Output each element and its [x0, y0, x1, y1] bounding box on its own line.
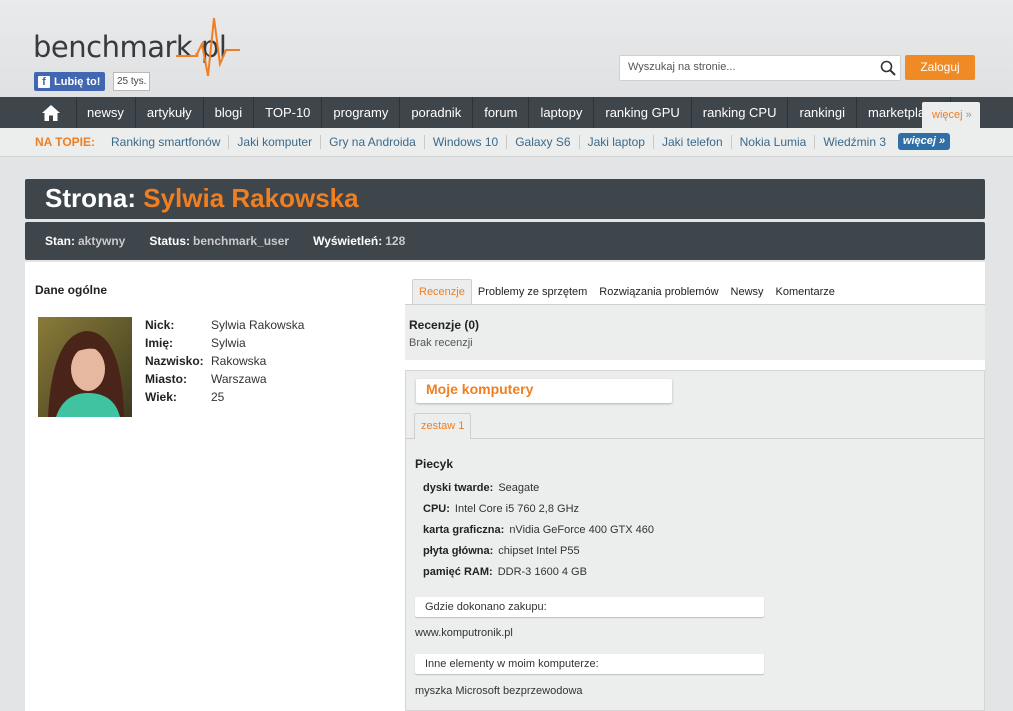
computer-name: Piecyk — [415, 457, 454, 471]
status-value: benchmark_user — [193, 234, 290, 248]
profile-row: Nick: Sylwia Rakowska — [145, 318, 305, 332]
topics-more-button[interactable]: więcej » — [898, 133, 950, 150]
login-button[interactable]: Zaloguj — [905, 55, 975, 80]
general-info-heading: Dane ogólne — [35, 283, 108, 297]
profile-row: Wiek: 25 — [145, 390, 225, 404]
logo-wave-icon — [176, 17, 240, 77]
page-title-bar: Strona: Sylwia Rakowska — [25, 179, 985, 219]
other-components-label: Inne elementy w moim komputerze: — [415, 654, 764, 674]
chevron-down-icon: » — [965, 109, 972, 121]
tab-newsy[interactable]: Newsy — [725, 280, 770, 304]
topic-link[interactable]: Nokia Lumia — [732, 135, 816, 149]
topic-link[interactable]: Ranking smartfonów — [103, 135, 230, 149]
user-info-bar: Stan: aktywny Status: benchmark_user Wyś… — [25, 222, 985, 260]
my-computers-panel: Moje komputery zestaw 1 Piecyk dyski twa… — [405, 370, 985, 711]
nav-item-laptopy[interactable]: laptopy — [529, 97, 595, 128]
nav-items: newsy artykuły blogi TOP-10 programy por… — [76, 97, 951, 128]
nav-item-artykuly[interactable]: artykuły — [136, 97, 204, 128]
other-components-value: myszka Microsoft bezprzewodowa — [415, 685, 583, 697]
topic-link[interactable]: Jaki laptop — [580, 135, 654, 149]
nav-item-programy[interactable]: programy — [322, 97, 401, 128]
nav-item-rankingi[interactable]: rankingi — [788, 97, 858, 128]
purchase-place-label: Gdzie dokonano zakupu: — [415, 597, 764, 617]
tab-problemy[interactable]: Problemy ze sprzętem — [472, 280, 593, 304]
search-input[interactable] — [620, 56, 868, 78]
tab-rozwiazania[interactable]: Rozwiązania problemów — [593, 280, 724, 304]
page-title: Strona: Sylwia Rakowska — [45, 183, 359, 213]
avatar — [38, 317, 132, 417]
nav-more-button[interactable]: więcej » — [922, 102, 980, 128]
chevron-down-icon: » — [938, 135, 946, 147]
facebook-like-count: 25 tys. — [113, 72, 151, 91]
views-value: 128 — [385, 234, 406, 248]
topic-link[interactable]: Gry na Androida — [321, 135, 425, 149]
nav-item-newsy[interactable]: newsy — [76, 97, 136, 128]
status-label: Status: — [149, 234, 191, 248]
search-box — [619, 55, 901, 81]
my-computers-title: Moje komputery — [416, 379, 672, 403]
stan-value: aktywny — [78, 234, 126, 248]
topic-link[interactable]: Jaki komputer — [229, 135, 322, 149]
nav-item-ranking-gpu[interactable]: ranking GPU — [594, 97, 692, 128]
home-icon — [42, 104, 60, 121]
tab-zestaw-1[interactable]: zestaw 1 — [414, 413, 472, 439]
search-icon[interactable] — [880, 60, 896, 76]
spec-row: dyski twarde: Seagate — [423, 482, 540, 494]
trending-label: NA TOPIE: — [35, 135, 96, 149]
profile-details: Nick: Sylwia Rakowska Imię: Sylwia Nazwisk… — [145, 318, 304, 408]
nav-item-ranking-cpu[interactable]: ranking CPU — [692, 97, 789, 128]
profile-row: Imię: Sylwia — [145, 336, 246, 350]
reviews-heading: Recenzje (0) — [409, 318, 480, 332]
spec-row: CPU: Intel Core i5 760 2,8 GHz — [423, 503, 580, 515]
facebook-like-button[interactable]: f Lubię to! — [34, 72, 106, 91]
nav-item-poradnik[interactable]: poradnik — [400, 97, 474, 128]
tab-recenzje[interactable]: Recenzje — [412, 279, 472, 304]
tab-komentarze[interactable]: Komentarze — [770, 280, 841, 304]
main-nav: newsy artykuły blogi TOP-10 programy por… — [0, 97, 1013, 128]
site-header: benchmark.pl fLubię to! 25 tys. Zaloguj — [0, 0, 1013, 97]
reviews-panel: Recenzje (0) Brak recenzji — [405, 305, 985, 360]
views-label: Wyświetleń: — [313, 234, 383, 248]
facebook-icon: f — [38, 75, 50, 88]
nav-item-forum[interactable]: forum — [473, 97, 530, 128]
spec-row: pamięć RAM: DDR-3 1600 4 GB — [423, 566, 587, 578]
topic-link[interactable]: Windows 10 — [425, 135, 508, 149]
profile-row: Miasto: Warszawa — [145, 372, 267, 386]
reviews-empty-text: Brak recenzji — [409, 337, 473, 349]
topic-link[interactable]: Wiedźmin 3 — [815, 135, 894, 149]
spec-row: karta graficzna: nVidia GeForce 400 GTX 4… — [423, 524, 655, 536]
activity-tabs: Recenzje Problemy ze sprzętem Rozwiązani… — [405, 278, 985, 305]
purchase-place-value: www.komputronik.pl — [415, 627, 513, 639]
home-button[interactable] — [26, 97, 77, 128]
topic-link[interactable]: Galaxy S6 — [507, 135, 580, 149]
profile-row: Nazwisko: Rakowska — [145, 354, 267, 368]
trending-topics-bar: NA TOPIE: Ranking smartfonów Jaki komput… — [0, 128, 1013, 157]
spec-row: płyta główna: chipset Intel P55 — [423, 545, 580, 557]
topic-link[interactable]: Jaki telefon — [654, 135, 732, 149]
nav-item-top10[interactable]: TOP-10 — [254, 97, 323, 128]
computer-set-tabs: zestaw 1 — [406, 411, 984, 439]
nav-item-blogi[interactable]: blogi — [204, 97, 255, 128]
computer-specs: dyski twarde: Seagate CPU: Intel Core i5 7… — [423, 478, 654, 583]
stan-label: Stan: — [45, 234, 75, 248]
